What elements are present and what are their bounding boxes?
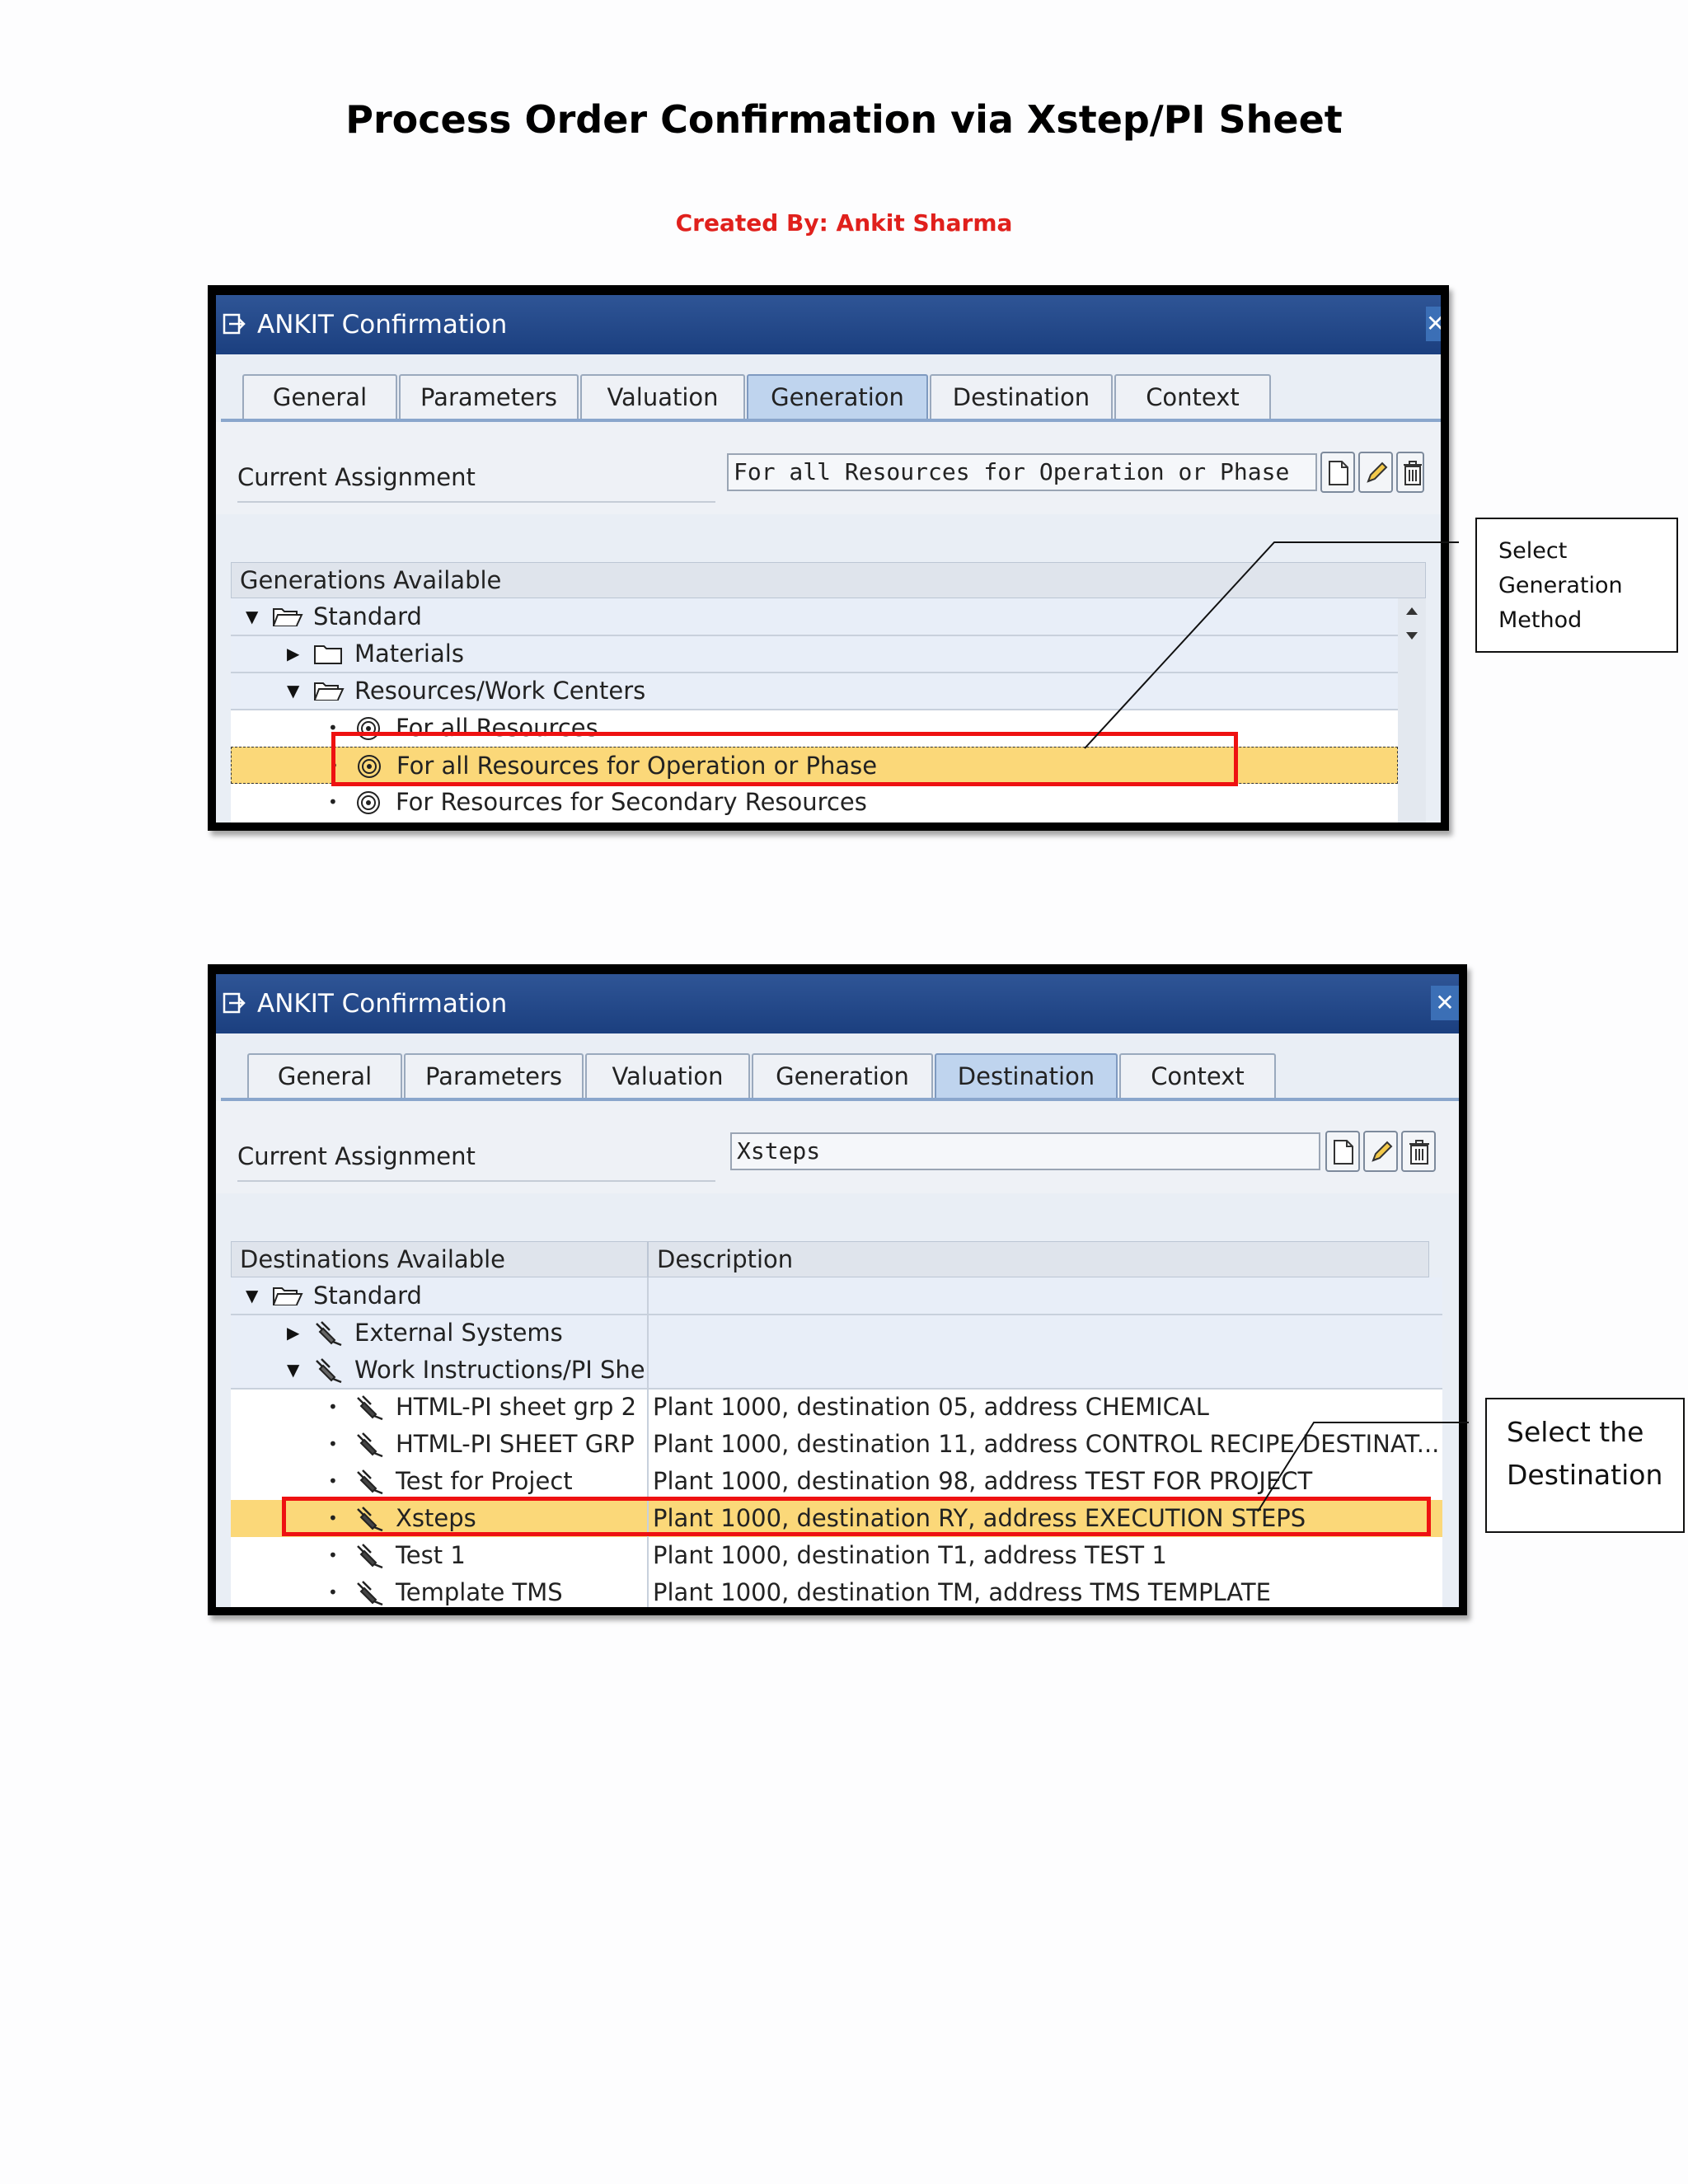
callout-connectors: [1084, 541, 1469, 1512]
callout-connector-destination: [1257, 1422, 1469, 1512]
callout-connector-generation: [1084, 541, 1459, 749]
